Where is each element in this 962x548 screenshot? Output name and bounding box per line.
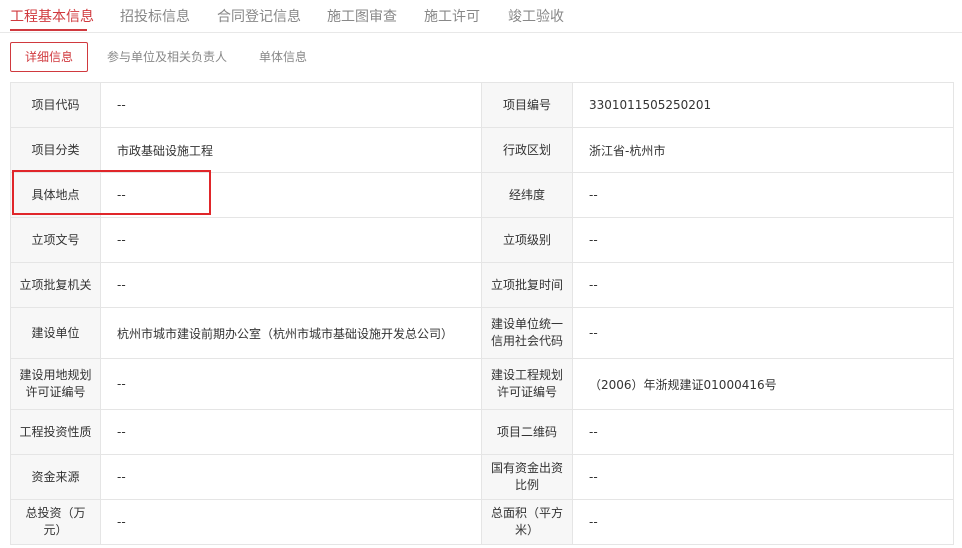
field-value: -- [572,454,954,500]
field-value: （2006）年浙规建证01000416号 [572,358,954,410]
field-label: 资金来源 [10,454,101,500]
field-value: -- [572,262,954,308]
field-label: 项目分类 [10,127,101,173]
tab-drawing-review[interactable]: 施工图审查 [327,6,397,26]
field-value: -- [572,499,954,545]
table-row: 建设单位 杭州市城市建设前期办公室（杭州市城市基础设施开发总公司） 建设单位统一… [10,307,954,359]
table-row: 立项批复机关 -- 立项批复时间 -- [10,262,954,308]
main-tab-bar: 工程基本信息 招投标信息 合同登记信息 施工图审查 施工许可 竣工验收 [0,0,962,33]
tab-bidding-info[interactable]: 招投标信息 [120,6,190,26]
field-label: 建设用地规划许可证编号 [10,358,101,410]
field-value: -- [572,172,954,218]
table-row: 项目代码 -- 项目编号 3301011505250201 [10,82,954,128]
field-label: 项目编号 [481,82,573,128]
subtab-detail-info[interactable]: 详细信息 [10,42,89,72]
tab-basic-info[interactable]: 工程基本信息 [10,6,94,26]
field-value: -- [100,262,482,308]
tab-construction-permit[interactable]: 施工许可 [424,6,480,26]
field-label: 行政区划 [481,127,573,173]
field-label: 具体地点 [10,172,101,218]
field-label: 建设工程规划许可证编号 [481,358,573,410]
sub-tab-bar: 详细信息 参与单位及相关负责人 单体信息 [0,42,962,72]
table-row: 工程投资性质 -- 项目二维码 -- [10,409,954,455]
field-value: 浙江省-杭州市 [572,127,954,173]
field-label: 经纬度 [481,172,573,218]
subtab-participants[interactable]: 参与单位及相关负责人 [107,43,227,71]
field-value: -- [100,82,482,128]
table-row: 资金来源 -- 国有资金出资比例 -- [10,454,954,500]
field-value: -- [100,172,482,218]
tab-completion-acceptance[interactable]: 竣工验收 [508,6,564,26]
table-row: 立项文号 -- 立项级别 -- [10,217,954,263]
subtab-unit-info[interactable]: 单体信息 [259,43,307,71]
table-row: 建设用地规划许可证编号 -- 建设工程规划许可证编号 （2006）年浙规建证01… [10,358,954,410]
field-value: 3301011505250201 [572,82,954,128]
field-value: 市政基础设施工程 [100,127,482,173]
field-value: -- [100,358,482,410]
field-value: -- [572,409,954,455]
field-label: 建设单位 [10,307,101,359]
tab-contract-registration[interactable]: 合同登记信息 [217,6,301,26]
table-row: 总投资（万元） -- 总面积（平方米） -- [10,499,954,545]
field-label: 建设单位统一信用社会代码 [481,307,573,359]
field-value: -- [100,454,482,500]
field-label: 国有资金出资比例 [481,454,573,500]
field-label: 总面积（平方米） [481,499,573,545]
field-label: 工程投资性质 [10,409,101,455]
field-label: 立项级别 [481,217,573,263]
field-label: 立项批复机关 [10,262,101,308]
field-label: 总投资（万元） [10,499,101,545]
field-value: -- [100,499,482,545]
project-info-table: 项目代码 -- 项目编号 3301011505250201 项目分类 市政基础设… [10,82,954,545]
field-label: 项目二维码 [481,409,573,455]
field-label: 立项批复时间 [481,262,573,308]
table-row: 项目分类 市政基础设施工程 行政区划 浙江省-杭州市 [10,127,954,173]
field-label: 项目代码 [10,82,101,128]
field-value: 杭州市城市建设前期办公室（杭州市城市基础设施开发总公司） [100,307,482,359]
field-value: -- [572,307,954,359]
field-value: -- [100,409,482,455]
table-row: 具体地点 -- 经纬度 -- [10,172,954,218]
active-tab-indicator [10,29,87,31]
field-value: -- [572,217,954,263]
field-label: 立项文号 [10,217,101,263]
field-value: -- [100,217,482,263]
